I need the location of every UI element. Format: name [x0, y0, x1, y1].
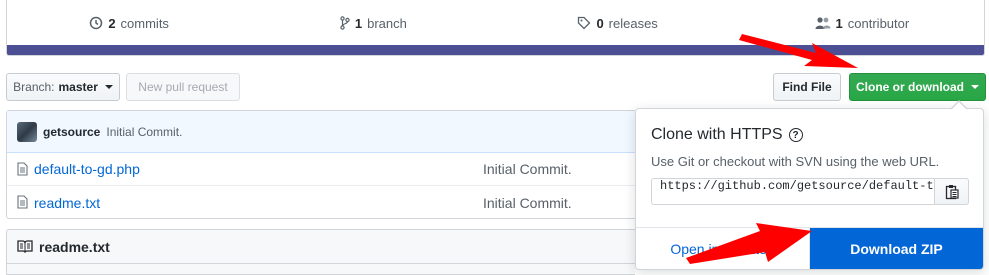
new-pull-request-label: New pull request: [138, 80, 228, 94]
avatar[interactable]: [17, 121, 37, 142]
file-name-link[interactable]: readme.txt: [34, 195, 100, 211]
file-commit-message[interactable]: Initial Commit.: [483, 195, 572, 211]
history-icon: [90, 16, 103, 30]
branches-count: 1: [354, 15, 363, 31]
releases-count: 0: [596, 15, 604, 31]
contributors-link[interactable]: 1 contributor: [740, 16, 984, 31]
book-icon: [17, 240, 33, 253]
file-commit-message[interactable]: Initial Commit.: [483, 161, 572, 177]
commit-message[interactable]: Initial Commit.: [106, 125, 182, 139]
table-row: readme.txt Initial Commit.: [7, 186, 635, 219]
repo-summary-bar: 2 commits 1 branch 0 releases 1 contribu…: [6, 0, 985, 56]
readme-header: readme.txt: [7, 230, 635, 264]
help-icon[interactable]: ?: [788, 128, 803, 142]
file-table: getsource Initial Commit. default-to-gd.…: [6, 110, 635, 219]
readme-panel: readme.txt: [6, 229, 635, 275]
clone-dropdown: Clone with HTTPS ? Use Git or checkout w…: [635, 100, 984, 270]
branch-value: master: [58, 80, 98, 94]
clone-or-download-button[interactable]: Clone or download: [849, 73, 986, 101]
commits-link[interactable]: 2 commits: [7, 16, 251, 31]
latest-commit-bar: getsource Initial Commit.: [7, 111, 635, 153]
tag-icon: [578, 16, 591, 30]
branch-select-button[interactable]: Branch: master: [6, 73, 120, 101]
branches-link[interactable]: 1 branch: [251, 16, 495, 31]
language-bar: [7, 45, 984, 55]
commits-count: 2: [108, 15, 116, 31]
file-icon: [17, 195, 28, 209]
find-file-button[interactable]: Find File: [773, 73, 841, 101]
contributors-label: contributor: [847, 15, 910, 31]
clone-title-text: Clone with HTTPS: [651, 126, 783, 143]
copy-to-clipboard-button[interactable]: [934, 178, 969, 205]
contributors-count: 1: [835, 15, 843, 31]
chevron-down-icon: [104, 85, 113, 89]
commit-author[interactable]: getsource: [43, 125, 100, 139]
releases-label: releases: [608, 15, 658, 31]
new-pull-request-button[interactable]: New pull request: [126, 73, 240, 101]
clone-description: Use Git or checkout with SVN using the w…: [651, 154, 940, 169]
clone-url-input[interactable]: https://github.com/getsource/default-to-…: [651, 178, 935, 205]
chevron-down-icon: [971, 85, 979, 89]
branch-label: Branch:: [13, 80, 55, 94]
file-icon: [17, 162, 28, 176]
branches-label: branch: [367, 15, 407, 31]
table-row: default-to-gd.php Initial Commit.: [7, 153, 635, 186]
people-icon: [815, 17, 831, 29]
git-branch-icon: [340, 16, 350, 30]
clone-or-download-label: Clone or download: [856, 80, 964, 94]
file-name-link[interactable]: default-to-gd.php: [34, 161, 140, 177]
download-zip-button[interactable]: Download ZIP: [810, 228, 983, 269]
releases-link[interactable]: 0 releases: [496, 16, 740, 31]
clipboard-icon: [945, 184, 959, 199]
readme-title: readme.txt: [39, 238, 110, 255]
find-file-label: Find File: [782, 80, 832, 94]
open-in-desktop-button[interactable]: Open in Desktop: [636, 228, 810, 269]
clone-dropdown-footer: Open in Desktop Download ZIP: [636, 227, 983, 269]
clone-dropdown-title: Clone with HTTPS ?: [651, 126, 803, 144]
commits-label: commits: [120, 15, 169, 31]
